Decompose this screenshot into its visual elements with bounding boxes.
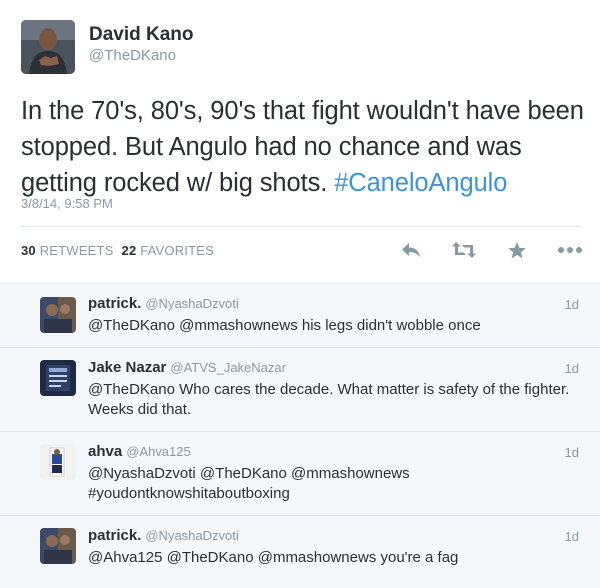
reply-time[interactable]: 1d: [565, 297, 579, 312]
reply-author-name[interactable]: patrick.: [88, 295, 141, 312]
reply-author-handle[interactable]: @NyashaDzvoti: [145, 528, 238, 543]
reply-author-handle[interactable]: @NyashaDzvoti: [145, 296, 238, 311]
reply-avatar[interactable]: [40, 444, 76, 480]
main-tweet: David Kano @TheDKano In the 70's, 80's, …: [0, 0, 600, 283]
reply-author-name[interactable]: ahva: [88, 443, 122, 460]
reply-item[interactable]: patrick. @NyashaDzvoti 1d @Ahva125 @TheDK…: [0, 516, 600, 588]
divider: [21, 226, 581, 227]
reply-item[interactable]: patrick. @NyashaDzvoti 1d @TheDKano @mmas…: [0, 284, 600, 348]
reply-author-name[interactable]: patrick.: [88, 527, 141, 544]
reply-item[interactable]: Jake Nazar @ATVS_JakeNazar 1d @TheDKano W…: [0, 348, 600, 432]
author-avatar[interactable]: [21, 20, 75, 74]
replies-list: patrick. @NyashaDzvoti 1d @TheDKano @mmas…: [0, 283, 600, 588]
reply-avatar[interactable]: [40, 528, 76, 564]
reply-time[interactable]: 1d: [565, 361, 579, 376]
reply-text: @TheDKano Who cares the decade. What mat…: [88, 381, 570, 418]
reply-author: patrick. @NyashaDzvoti: [88, 295, 239, 312]
reply-avatar[interactable]: [40, 297, 76, 333]
hashtag-link[interactable]: #CaneloAngulo: [334, 169, 507, 197]
reply-author-name[interactable]: Jake Nazar: [88, 359, 166, 376]
reply-avatar[interactable]: [40, 360, 76, 396]
author-handle[interactable]: @TheDKano: [89, 47, 176, 64]
reply-author: ahva @Ahva125: [88, 443, 191, 460]
reply-author-handle[interactable]: @Ahva125: [126, 444, 191, 459]
reply-text: @Ahva125 @TheDKano @mmashownews you're a…: [88, 549, 459, 566]
reply-time[interactable]: 1d: [565, 529, 579, 544]
tweet-text: In the 70's, 80's, 90's that fight would…: [21, 93, 586, 201]
reply-item[interactable]: ahva @Ahva125 1d @NyashaDzvoti @TheDKano …: [0, 432, 600, 516]
retweet-icon[interactable]: [451, 238, 477, 262]
reply-time[interactable]: 1d: [565, 445, 579, 460]
author-name[interactable]: David Kano: [89, 24, 194, 46]
tweet-actions: [0, 238, 600, 262]
reply-author-handle[interactable]: @ATVS_JakeNazar: [170, 360, 286, 375]
reply-text: @TheDKano @mmashownews his legs didn't w…: [88, 317, 481, 334]
reply-author: Jake Nazar @ATVS_JakeNazar: [88, 359, 286, 376]
tweet-timestamp[interactable]: 3/8/14, 9:58 PM: [21, 196, 113, 211]
favorite-star-icon[interactable]: [504, 238, 530, 262]
reply-text: @NyashaDzvoti @TheDKano @mmashownews #yo…: [88, 465, 410, 502]
more-dots-icon[interactable]: [556, 238, 584, 262]
reply-icon[interactable]: [398, 238, 424, 262]
reply-author: patrick. @NyashaDzvoti: [88, 527, 239, 544]
